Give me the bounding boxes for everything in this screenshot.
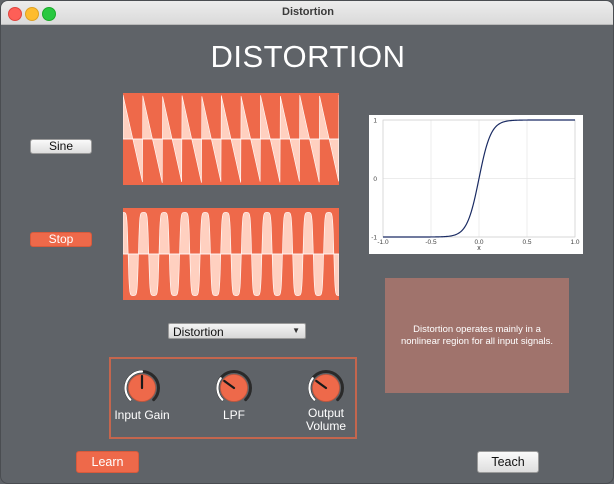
x-tick-label: -1.0	[377, 239, 389, 246]
effect-select-value: Distortion	[173, 325, 224, 339]
teach-button[interactable]: Teach	[477, 451, 539, 473]
app-window: Distortion DISTORTION Sine Stop -1.0 -0.5…	[0, 0, 614, 484]
x-tick-label: 0.5	[522, 239, 531, 246]
x-tick-label: -0.5	[425, 239, 437, 246]
info-panel: Distortion operates mainly in a nonlinea…	[385, 278, 569, 393]
info-text: Distortion operates mainly in a nonlinea…	[400, 323, 554, 347]
y-tick-label: 0	[373, 176, 377, 183]
x-axis-label: x	[477, 245, 481, 252]
output-volume-label: Output Volume	[305, 406, 347, 433]
title-bar: Distortion	[1, 1, 613, 25]
window-title: Distortion	[282, 6, 334, 18]
x-tick-label: 1.0	[570, 239, 579, 246]
chevron-down-icon: ▼	[292, 326, 300, 335]
transfer-function-chart: -1.0 -0.5 0.0 0.5 1.0 10-1 x	[371, 118, 580, 253]
sine-button[interactable]: Sine	[30, 139, 92, 154]
lpf-knob[interactable]	[215, 369, 253, 407]
page-title: DISTORTION	[210, 39, 406, 74]
effect-select[interactable]: Distortion ▼	[168, 323, 306, 339]
y-tick-label: -1	[371, 235, 377, 242]
y-tick-label: 1	[373, 118, 377, 125]
learn-button[interactable]: Learn	[76, 451, 139, 473]
lpf-label: LPF	[222, 408, 245, 422]
input-gain-knob[interactable]	[123, 369, 161, 407]
input-gain-label: Input Gain	[114, 408, 170, 422]
transfer-function-plot: -1.0 -0.5 0.0 0.5 1.0 1 0 -1 x	[369, 115, 583, 254]
output-volume-knob[interactable]	[307, 369, 345, 407]
input-waveform	[123, 93, 339, 185]
output-waveform	[123, 208, 339, 300]
stop-button[interactable]: Stop	[30, 232, 92, 247]
